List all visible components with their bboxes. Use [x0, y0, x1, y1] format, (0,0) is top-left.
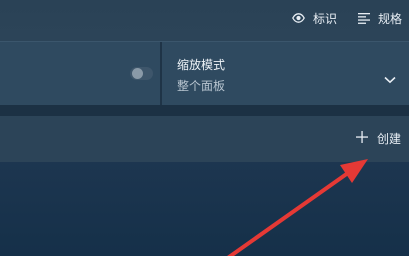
chevron-down-icon	[384, 69, 396, 88]
eye-icon	[292, 13, 305, 23]
create-label: 创建	[377, 131, 402, 146]
toggle-switch[interactable]	[130, 67, 153, 80]
plus-icon	[356, 130, 368, 146]
settings-row: 缩放模式 整个面板	[0, 41, 409, 106]
identifier-button[interactable]: 标识	[292, 10, 337, 26]
zoom-mode-title: 缩放模式	[177, 58, 226, 72]
identifier-label: 标识	[313, 11, 338, 26]
spec-label: 规格	[378, 11, 403, 26]
list-icon	[358, 12, 370, 24]
zoom-mode-value: 整个面板	[177, 79, 226, 93]
top-toolbar: 标识 规格	[0, 0, 409, 38]
spec-button[interactable]: 规格	[358, 10, 402, 26]
section-separator	[0, 105, 409, 116]
toggle-panel	[0, 42, 160, 106]
toggle-knob	[132, 68, 143, 79]
zoom-mode-dropdown[interactable]: 缩放模式 整个面板	[162, 42, 409, 106]
app-window: 标识 规格 缩放模式 整个面板 创建	[0, 0, 409, 256]
create-bar: 创建	[0, 116, 409, 162]
create-button[interactable]: 创建	[356, 130, 401, 146]
